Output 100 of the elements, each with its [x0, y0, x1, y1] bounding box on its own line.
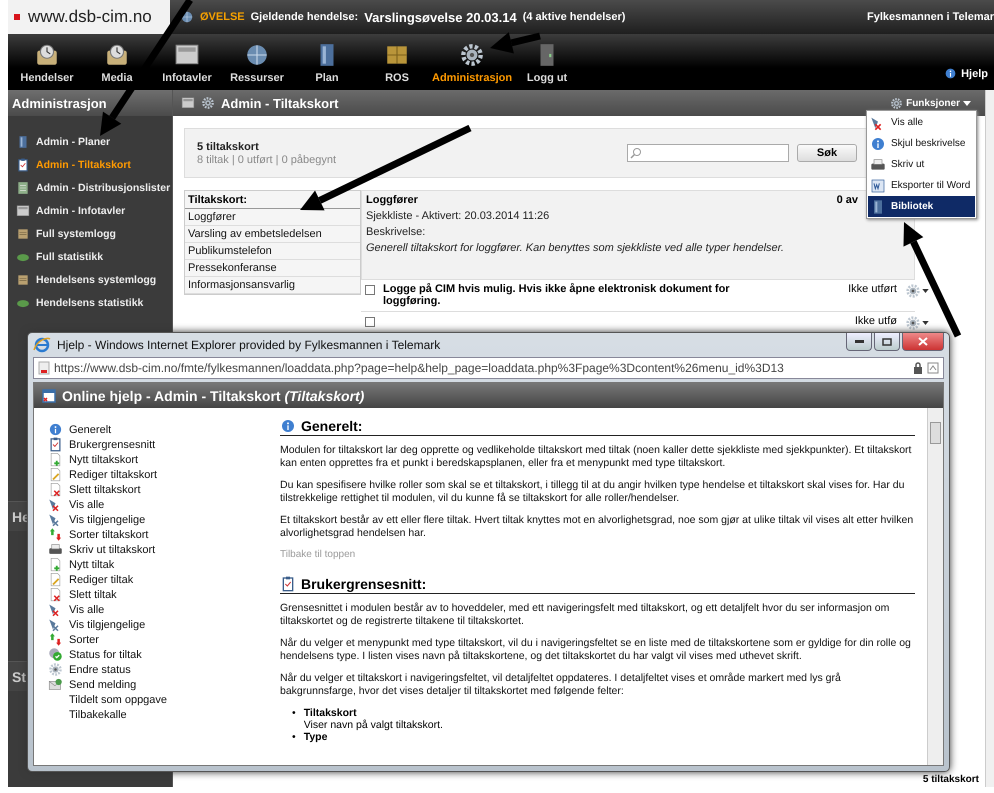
- delete-icon: [48, 482, 63, 497]
- browser-icon: [33, 336, 51, 354]
- help-nav-link[interactable]: Tilbakekalle: [48, 707, 274, 722]
- info-icon: [280, 418, 296, 434]
- info-icon: [944, 67, 958, 80]
- help-nav-link[interactable]: Vis tilgjengelige: [48, 617, 274, 632]
- help-nav-link[interactable]: Skriv ut tiltakskort: [48, 542, 274, 557]
- task-menu-button[interactable]: [905, 283, 929, 299]
- help-nav-link[interactable]: Brukergrensesnitt: [48, 437, 274, 452]
- task-checkbox[interactable]: [365, 285, 375, 295]
- search-icon: [630, 147, 642, 159]
- nav-item[interactable]: Hendelser: [12, 42, 82, 84]
- nav-item[interactable]: Ressurser: [222, 42, 292, 84]
- search-field[interactable]: [627, 144, 789, 162]
- sidebar-item[interactable]: Hendelsens statistikk: [16, 295, 172, 311]
- card-list-item[interactable]: Publikumstelefon: [185, 243, 360, 260]
- clipboard-icon: [16, 158, 30, 172]
- board-icon: [16, 204, 30, 218]
- log-icon: [16, 227, 30, 241]
- field-name: Tiltakskort: [304, 707, 358, 719]
- card-list-item[interactable]: Varsling av embetsledelsen: [185, 226, 360, 243]
- page-icon: [38, 361, 50, 375]
- help-nav-link[interactable]: Nytt tiltak: [48, 557, 274, 572]
- organization-name: Fylkesmannen i Telemar: [867, 11, 994, 23]
- summary-counts: 8 tiltak | 0 utført | 0 påbegynt: [197, 154, 336, 166]
- event-name: Varslingsøvelse 20.03.14: [364, 10, 517, 24]
- add-icon: [48, 452, 63, 467]
- nav-item[interactable]: Plan: [292, 42, 362, 84]
- field-name: Type: [304, 731, 328, 743]
- search-button[interactable]: Søk: [797, 144, 857, 162]
- menu-item[interactable]: Bibliotek: [868, 196, 975, 217]
- nav-item[interactable]: ROS: [362, 42, 432, 84]
- mail-icon: [48, 677, 63, 692]
- help-nav-link[interactable]: Tildelt som oppgave: [48, 692, 274, 707]
- bullet-mark: •: [292, 731, 296, 743]
- field-description: Viser navn på valgt tiltakskort.: [304, 719, 443, 731]
- status-icon: [48, 647, 63, 662]
- sidebar-item[interactable]: Full statistikk: [16, 249, 172, 265]
- edit-icon: [48, 572, 63, 587]
- maximize-button[interactable]: [874, 333, 900, 351]
- help-nav-link[interactable]: Vis alle: [48, 602, 274, 617]
- sidebar-item[interactable]: Full systemlogg: [16, 226, 172, 242]
- card-list-item[interactable]: Pressekonferanse: [185, 260, 360, 277]
- gear-icon: [890, 96, 904, 110]
- detail-title: Loggfører: [366, 194, 418, 206]
- gear-icon: [48, 662, 63, 677]
- nav-item[interactable]: Administrasjon: [432, 42, 512, 84]
- card-list-item[interactable]: Informasjonsansvarlig: [185, 277, 360, 294]
- help-paragraph: Når du velger et menypunkt med type tiltakskort, vil du i navigeringsfeltet se en liste med de tiltakskortene som er gyldige for din rolle og hendelsens type. I listen vises navn på tiltakskortene, og det tiltakskortet du har valgt vil vises med uthevet skrift.: [280, 637, 912, 663]
- summary-title: 5 tiltakskort: [197, 140, 260, 152]
- close-button[interactable]: [902, 333, 944, 351]
- section-heading: Brukergrensesnitt:: [301, 576, 426, 592]
- nav-item[interactable]: Logg ut: [512, 42, 582, 84]
- sidebar-item[interactable]: Admin - Planer: [16, 134, 172, 150]
- minimize-button[interactable]: [846, 333, 872, 351]
- list-icon: [16, 181, 30, 195]
- section-heading: Generelt:: [301, 418, 362, 434]
- help-nav-link[interactable]: Status for tiltak: [48, 647, 274, 662]
- url-text: https://www.dsb-cim.no/fmte/fylkesmannen/loaddata.php?page=help&help_page=loaddata.php%3Fpage%3Dcontent%26menu_id%3D13: [54, 361, 785, 375]
- arrow: [490, 32, 541, 54]
- event-count: (4 aktive hendelser): [522, 11, 626, 23]
- help-scrollbar[interactable]: [927, 408, 943, 765]
- help-paragraph: Når du velger et tiltakskort i navigeringsfeltet, vil detaljfeltet oppdateres. I detaljfeltet vises et område markert med lys grå bakgrunnsfarge, hvor det vises detaljer til tiltakskortet med følgende felter:: [280, 672, 842, 698]
- gear-icon: [459, 42, 486, 68]
- printer-icon: [870, 156, 886, 172]
- description-text: Generell tiltakskort for loggfører. Kan benyttes som sjekkliste ved alle typer hendelser.: [366, 242, 785, 254]
- info-icon: [870, 136, 886, 152]
- help-nav-link[interactable]: Slett tiltak: [48, 587, 274, 602]
- nav-item[interactable]: Infotavler: [152, 42, 222, 84]
- minimize-icon: [854, 340, 864, 343]
- help-nav-link[interactable]: Slett tiltakskort: [48, 482, 274, 497]
- scrollbar[interactable]: [985, 90, 994, 787]
- nav-item[interactable]: Media: [82, 42, 152, 84]
- sidebar-title: Administrasjon: [8, 90, 172, 116]
- caret-icon: [922, 321, 929, 325]
- functions-menu-button[interactable]: Funksjoner: [884, 96, 977, 110]
- progress-text: 0 av: [836, 194, 858, 206]
- sidebar-item[interactable]: Admin - Tiltakskort: [16, 157, 172, 173]
- help-nav-link[interactable]: Generelt: [48, 422, 274, 437]
- task-menu-button[interactable]: [905, 315, 929, 331]
- help-paragraph: Du kan spesifisere hvilke roller som skal se et tiltakskort, i tillegg til at du angir hvilken type hendelse et tiltakskort skal vises for. Har du tilstrekkelige rettighet til modulen, vil du kunne få se tiltakskort for alle roller/hendelser.: [280, 479, 906, 505]
- edit-icon: [48, 467, 63, 482]
- help-nav-link[interactable]: Rediger tiltak: [48, 572, 274, 587]
- help-nav-link[interactable]: Sorter: [48, 632, 274, 647]
- clipboard-icon: [280, 576, 296, 592]
- help-nav-link[interactable]: Rediger tiltakskort: [48, 467, 274, 482]
- task-checkbox[interactable]: [365, 317, 375, 327]
- help-nav-link[interactable]: Nytt tiltakskort: [48, 452, 274, 467]
- clipboard-icon: [48, 437, 63, 452]
- logo-mark: [14, 14, 20, 20]
- address-bar[interactable]: https://www.dsb-cim.no/fmte/fylkesmannen/loaddata.php?page=help&help_page=loaddata.php%3Fpage%3Dcontent%26menu_id%3D13: [33, 357, 944, 379]
- help-link[interactable]: Hjelp: [944, 67, 988, 80]
- exercise-label: ØVELSE: [200, 11, 245, 23]
- sort-icon: [48, 527, 63, 542]
- sidebar-item[interactable]: Hendelsens systemlogg: [16, 272, 172, 288]
- sidebar-item[interactable]: Admin - Distribusjonslister: [16, 180, 172, 196]
- document-icon: [870, 178, 886, 194]
- delete-icon: [48, 587, 63, 602]
- globe-icon: [180, 10, 194, 24]
- sidebar-item[interactable]: Admin - Infotavler: [16, 203, 172, 219]
